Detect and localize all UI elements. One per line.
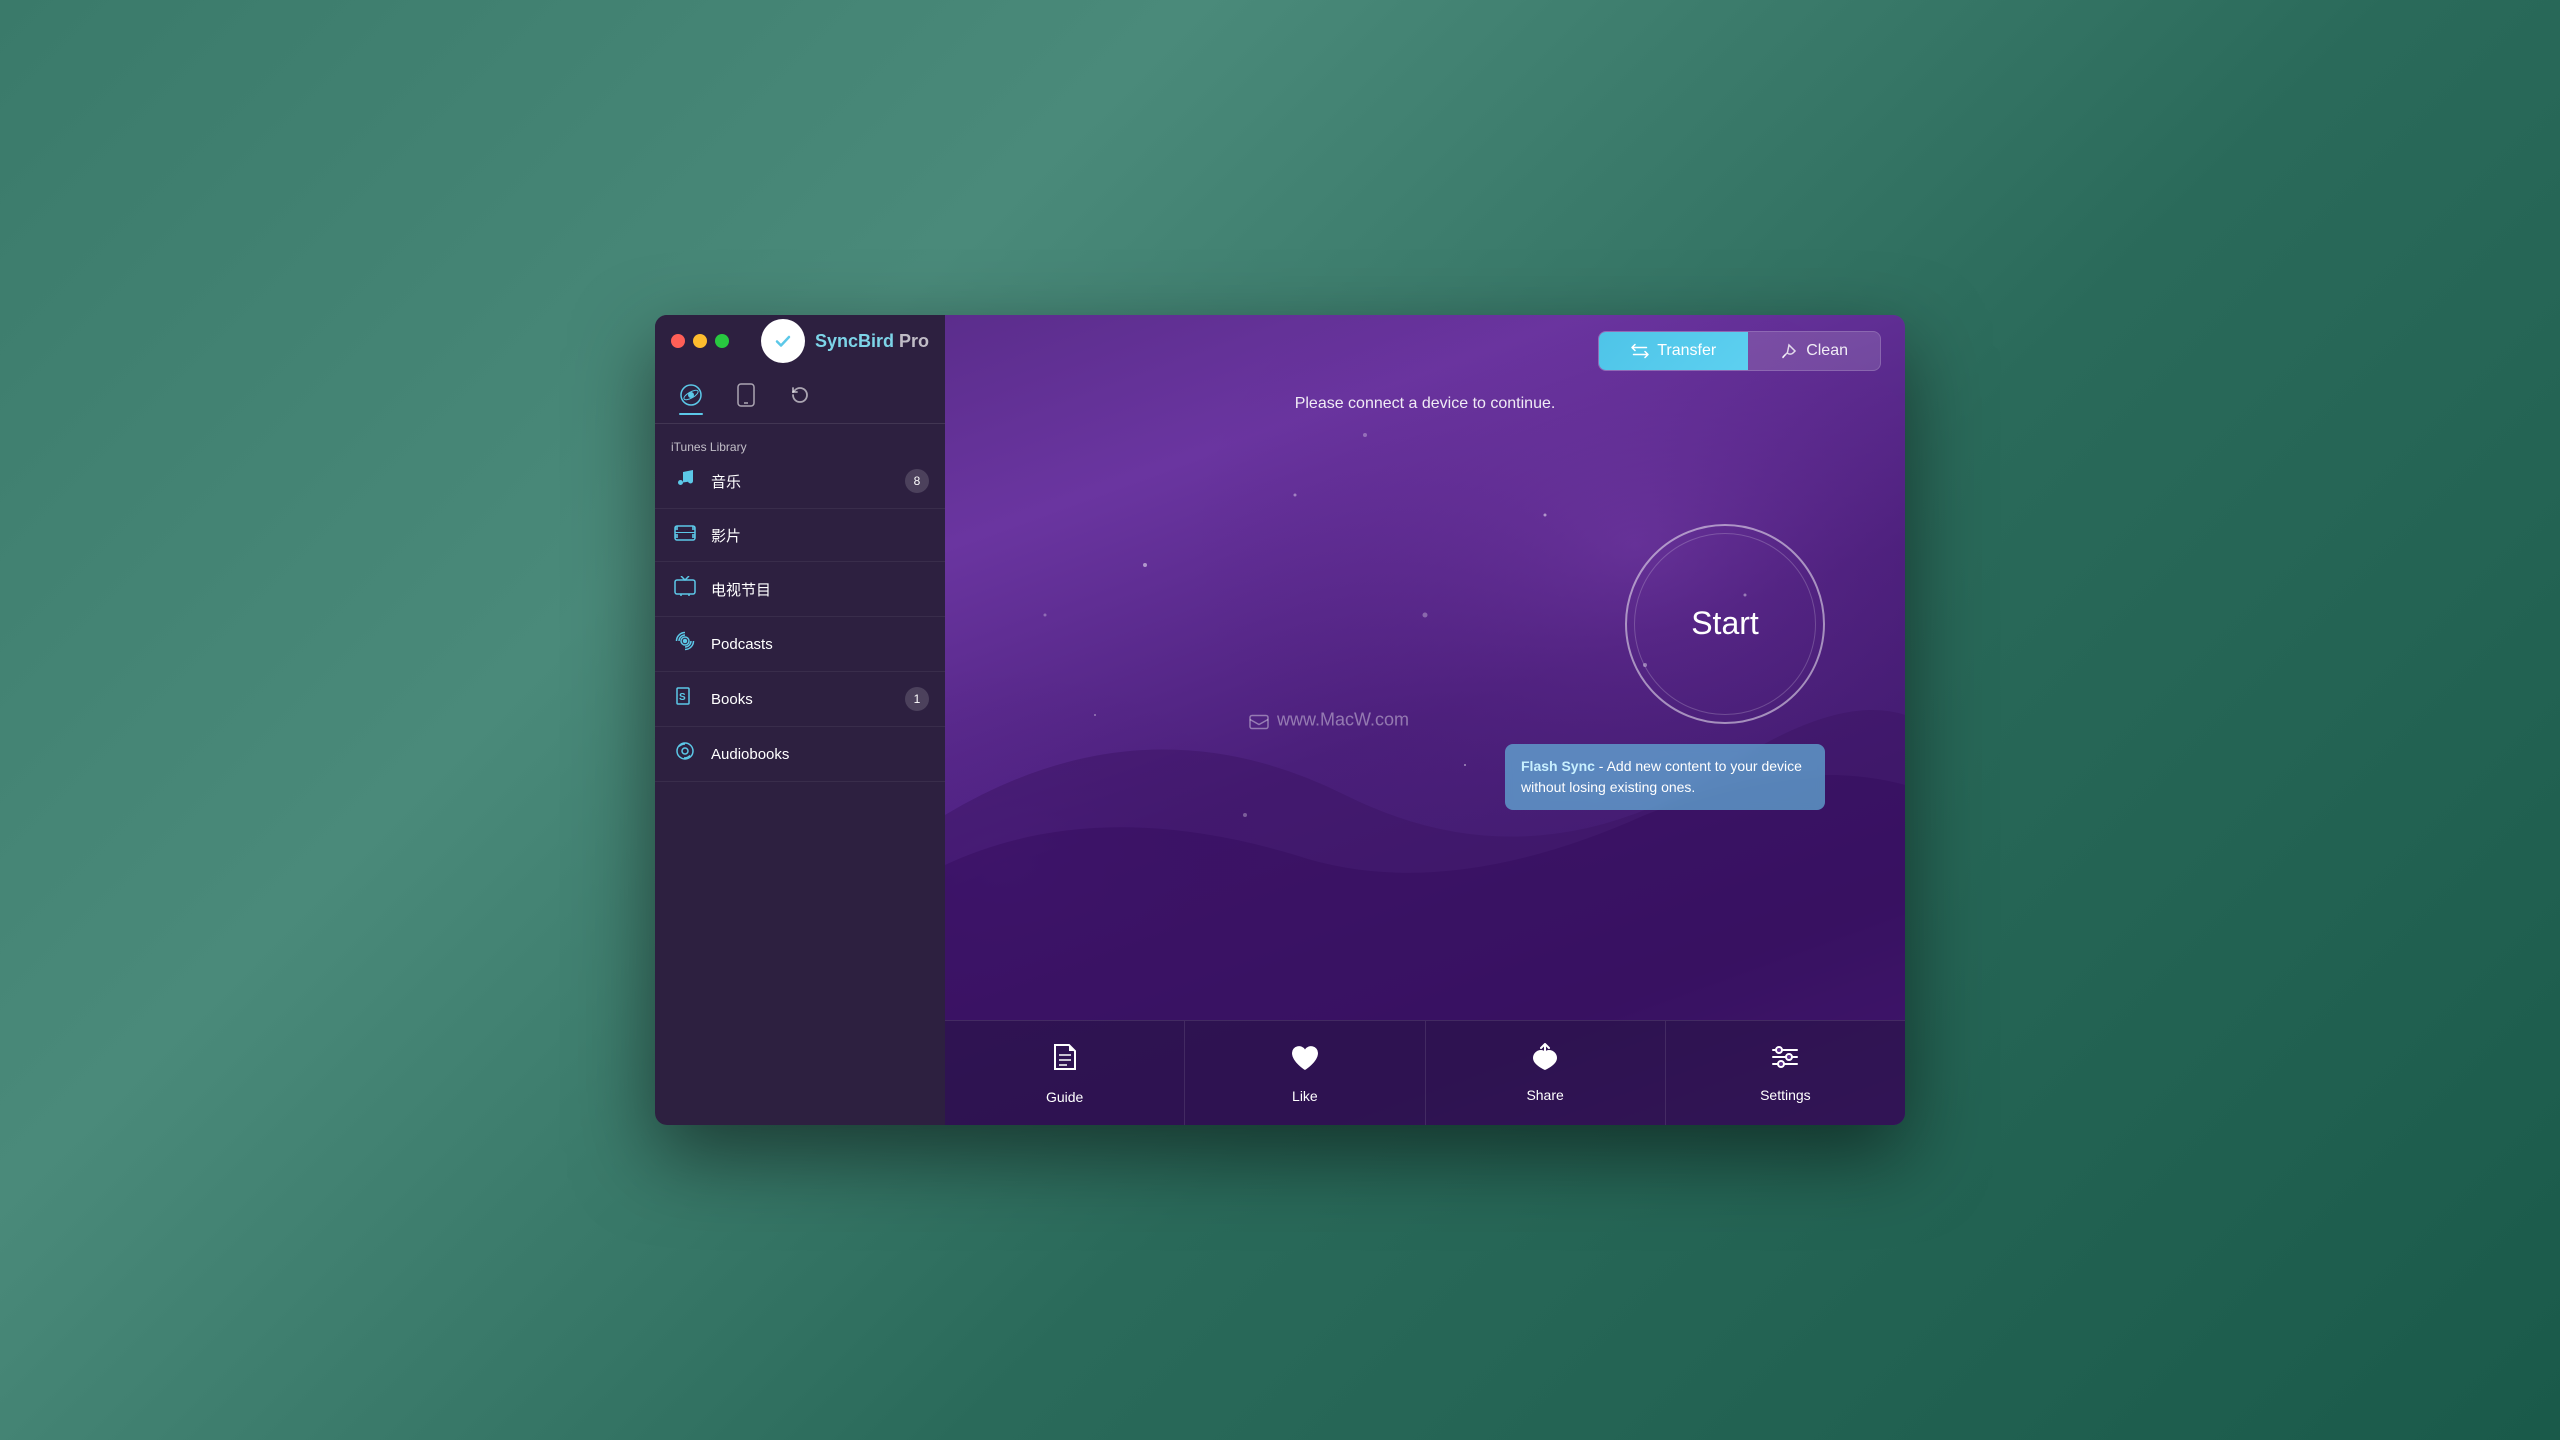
- movies-label: 影片: [711, 525, 929, 546]
- movies-icon: [671, 523, 699, 547]
- sidebar-item-audiobooks[interactable]: Audiobooks: [655, 727, 945, 782]
- top-bar: Transfer Clean: [945, 315, 1905, 387]
- books-label: Books: [711, 691, 905, 708]
- start-button-label: Start: [1691, 605, 1759, 642]
- like-icon: [1289, 1042, 1321, 1080]
- close-button[interactable]: [671, 334, 685, 348]
- connect-message: Please connect a device to continue.: [945, 395, 1905, 413]
- tab-switcher: Transfer Clean: [1598, 331, 1881, 371]
- music-icon: [671, 468, 699, 494]
- guide-icon: [1049, 1041, 1081, 1081]
- settings-button[interactable]: Settings: [1666, 1021, 1905, 1125]
- share-icon: [1529, 1043, 1561, 1079]
- flash-sync-title: Flash Sync: [1521, 758, 1595, 774]
- like-label: Like: [1292, 1088, 1318, 1104]
- audiobooks-label: Audiobooks: [711, 746, 929, 763]
- sidebar-nav-tabs: [655, 367, 945, 424]
- transfer-tab[interactable]: Transfer: [1599, 332, 1748, 370]
- sidebar-items-list: 音乐 8 影片: [655, 454, 945, 1125]
- library-label: iTunes Library: [655, 440, 945, 454]
- app-name-label: SyncBird Pro: [815, 331, 929, 352]
- share-label: Share: [1526, 1087, 1563, 1103]
- sidebar: SyncBird Pro: [655, 315, 945, 1125]
- bottom-bar: Guide Like: [945, 1020, 1905, 1125]
- start-button[interactable]: Start: [1625, 524, 1825, 724]
- maximize-button[interactable]: [715, 334, 729, 348]
- podcasts-label: Podcasts: [711, 636, 929, 653]
- app-logo: SyncBird Pro: [761, 319, 929, 363]
- sidebar-item-podcasts[interactable]: Podcasts: [655, 617, 945, 672]
- minimize-button[interactable]: [693, 334, 707, 348]
- sidebar-item-music[interactable]: 音乐 8: [655, 454, 945, 509]
- books-badge: 1: [905, 687, 929, 711]
- transfer-icon: [1631, 343, 1649, 359]
- sidebar-item-books[interactable]: S Books 1: [655, 672, 945, 727]
- main-content: Transfer Clean Please connect a device t…: [945, 315, 1905, 1125]
- sidebar-item-tv[interactable]: 电视节目: [655, 562, 945, 617]
- books-icon: S: [671, 686, 699, 712]
- guide-button[interactable]: Guide: [945, 1021, 1185, 1125]
- tv-icon: [671, 576, 699, 602]
- music-badge: 8: [905, 469, 929, 493]
- flash-sync-tooltip: Flash Sync - Add new content to your dev…: [1505, 744, 1825, 810]
- settings-label: Settings: [1760, 1087, 1811, 1103]
- share-button[interactable]: Share: [1426, 1021, 1666, 1125]
- tv-label: 电视节目: [711, 579, 929, 600]
- tab-device[interactable]: [735, 383, 757, 415]
- audiobooks-icon: [671, 741, 699, 767]
- start-area: Start Flash Sync - Add new content to yo…: [945, 413, 1905, 1020]
- sidebar-item-movies[interactable]: 影片: [655, 509, 945, 562]
- clean-tab[interactable]: Clean: [1748, 332, 1880, 370]
- music-label: 音乐: [711, 471, 905, 492]
- clean-icon: [1780, 342, 1798, 360]
- like-button[interactable]: Like: [1185, 1021, 1425, 1125]
- tab-refresh[interactable]: [789, 384, 811, 414]
- app-window: SyncBird Pro: [655, 315, 1905, 1125]
- titlebar: SyncBird Pro: [655, 315, 945, 367]
- tab-itunes-library[interactable]: [679, 383, 703, 415]
- guide-label: Guide: [1046, 1089, 1083, 1105]
- logo-icon: [761, 319, 805, 363]
- svg-text:S: S: [679, 692, 686, 703]
- settings-icon: [1769, 1043, 1801, 1079]
- podcasts-icon: [671, 631, 699, 657]
